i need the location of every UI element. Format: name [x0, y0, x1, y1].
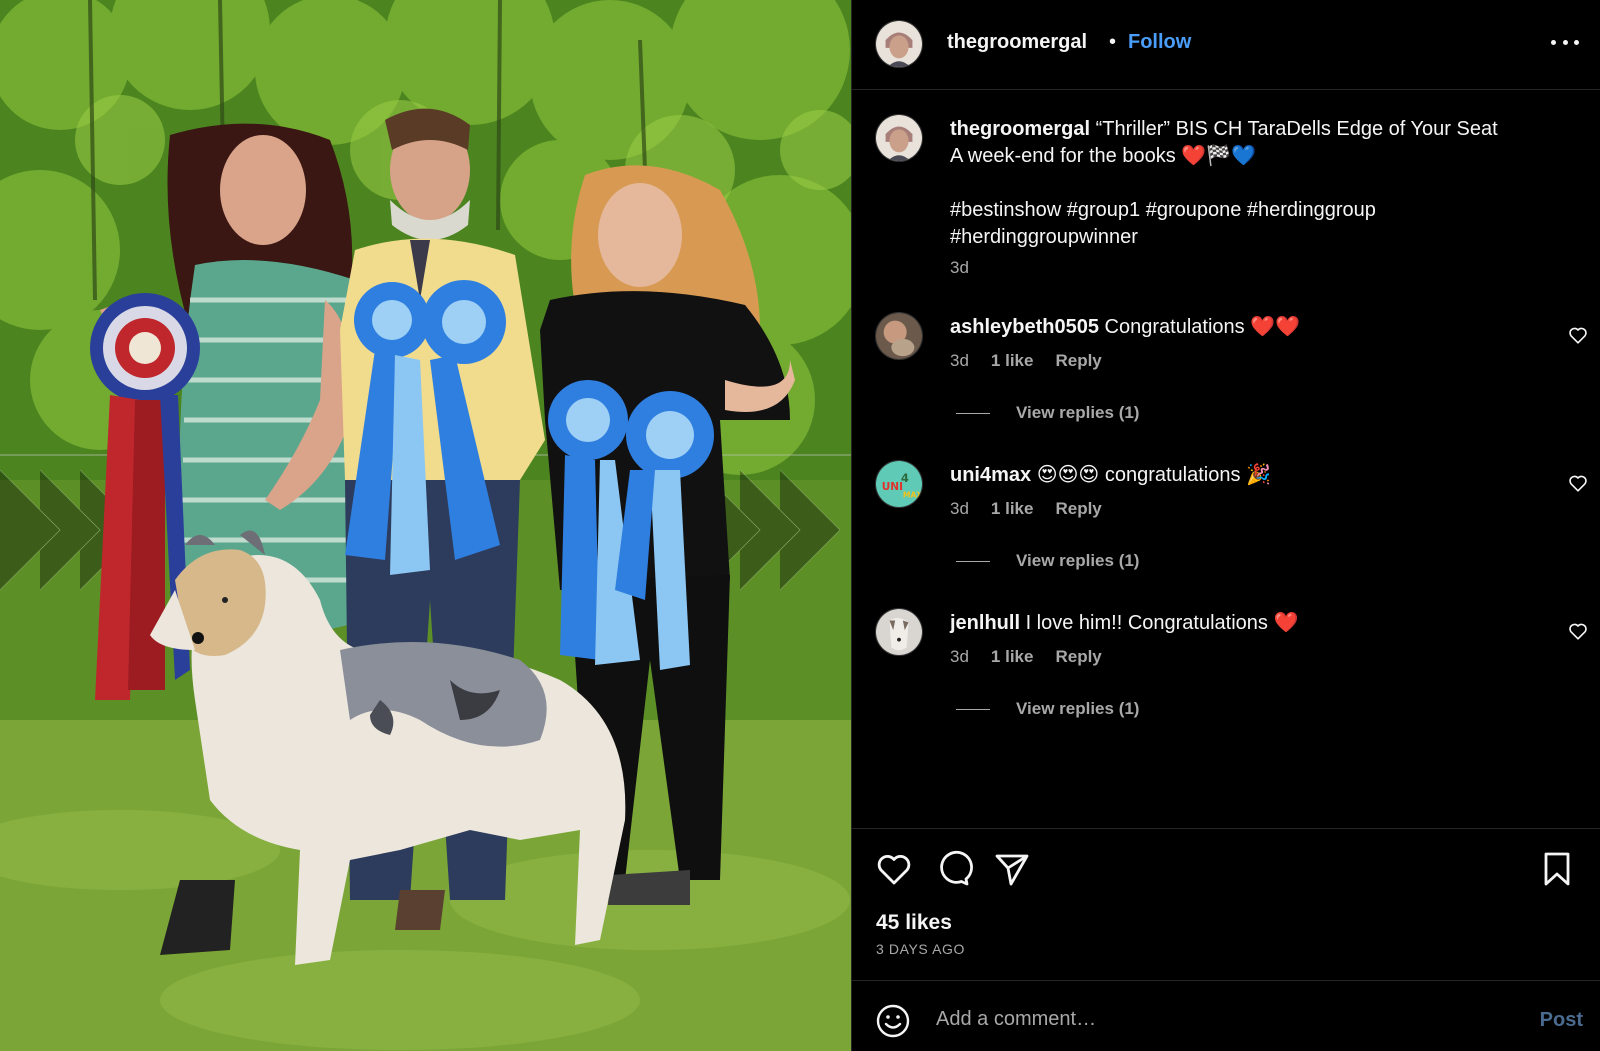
comment-item: UNI 4 MAX uni4max 😍😍😍 congratulations 🎉 … — [852, 458, 1600, 606]
post-comment-button[interactable]: Post — [1540, 1009, 1583, 1032]
avatar-image — [876, 115, 922, 161]
commenter-avatar[interactable] — [875, 608, 923, 656]
comment-like-heart-icon[interactable] — [1567, 620, 1589, 642]
svg-text:4: 4 — [901, 471, 909, 485]
likes-count[interactable]: 45 likes — [876, 911, 952, 935]
commenter-avatar[interactable] — [875, 312, 923, 360]
comment-text: jenlhull I love him!! Congratulations ❤️ — [950, 610, 1540, 635]
post-photo[interactable] — [0, 0, 851, 1051]
send-icon[interactable] — [992, 849, 1032, 889]
replies-divider — [956, 708, 990, 710]
comment-username[interactable]: jenlhull — [950, 612, 1020, 634]
comment-item: jenlhull I love him!! Congratulations ❤️… — [852, 606, 1600, 754]
caption-line-2: A week-end for the books ❤️🏁💙 — [950, 145, 1256, 167]
reply-button[interactable]: Reply — [1055, 499, 1101, 519]
view-replies-label: View replies (1) — [1016, 403, 1140, 422]
comment-body: I love him!! Congratulations ❤️ — [1025, 612, 1299, 634]
caption-avatar[interactable] — [875, 114, 923, 162]
comment-input[interactable] — [936, 999, 1496, 1039]
replies-divider — [956, 412, 990, 414]
caption-username[interactable]: thegroomergal — [950, 118, 1090, 140]
heart-icon[interactable] — [874, 849, 914, 889]
view-replies-button[interactable]: View replies (1) — [956, 699, 1139, 719]
view-replies-label: View replies (1) — [1016, 551, 1140, 570]
comment-body: Congratulations ❤️❤️ — [1104, 316, 1300, 338]
avatar-image: UNI 4 MAX — [876, 461, 922, 507]
post-container: thegroomergal • Follow thegroomergal “Th… — [0, 0, 1600, 1051]
comment-text: ashleybeth0505 Congratulations ❤️❤️ — [950, 314, 1540, 339]
post-panel: thegroomergal • Follow thegroomergal “Th… — [851, 0, 1600, 1051]
more-options-icon[interactable] — [1551, 28, 1579, 56]
view-replies-button[interactable]: View replies (1) — [956, 403, 1139, 423]
avatar-image — [876, 609, 922, 655]
avatar-image — [876, 21, 922, 67]
avatar-image — [876, 313, 922, 359]
comment-username[interactable]: ashleybeth0505 — [950, 316, 1099, 338]
svg-text:UNI: UNI — [882, 481, 903, 493]
svg-text:MAX: MAX — [903, 490, 922, 499]
comment-likes[interactable]: 1 like — [991, 647, 1034, 667]
comment-like-heart-icon[interactable] — [1567, 472, 1589, 494]
caption-hashtags-1[interactable]: #bestinshow #group1 #groupone #herdinggr… — [950, 197, 1570, 224]
reply-button[interactable]: Reply — [1055, 351, 1101, 371]
comment-body: 😍😍😍 congratulations 🎉 — [1036, 464, 1271, 486]
comment-icon[interactable] — [933, 849, 973, 889]
comment-item: ashleybeth0505 Congratulations ❤️❤️ 3d 1… — [852, 310, 1600, 458]
smiley-icon[interactable] — [876, 1004, 910, 1038]
caption-timestamp: 3d — [950, 258, 969, 277]
author-avatar[interactable] — [875, 20, 923, 68]
view-replies-label: View replies (1) — [1016, 699, 1140, 718]
commenter-avatar[interactable]: UNI 4 MAX — [875, 460, 923, 508]
comment-time: 3d — [950, 499, 969, 518]
replies-divider — [956, 560, 990, 562]
comment-username[interactable]: uni4max — [950, 464, 1031, 486]
caption-text: thegroomergal “Thriller” BIS CH TaraDell… — [950, 116, 1570, 251]
view-replies-button[interactable]: View replies (1) — [956, 551, 1139, 571]
caption-line-1: “Thriller” BIS CH TaraDells Edge of Your… — [1095, 118, 1498, 140]
comment-likes[interactable]: 1 like — [991, 499, 1034, 519]
comment-meta: 3d 1 like Reply — [950, 351, 1102, 371]
post-actions: 45 likes 3 DAYS AGO — [852, 828, 1600, 980]
comment-time: 3d — [950, 351, 969, 370]
bookmark-icon[interactable] — [1537, 849, 1577, 889]
reply-button[interactable]: Reply — [1055, 647, 1101, 667]
comment-like-heart-icon[interactable] — [1567, 324, 1589, 346]
add-comment-bar: Post — [852, 980, 1600, 1051]
post-date: 3 DAYS AGO — [876, 941, 965, 957]
comment-meta: 3d 1 like Reply — [950, 499, 1102, 519]
follow-button[interactable]: Follow — [1128, 31, 1191, 54]
comment-likes[interactable]: 1 like — [991, 351, 1034, 371]
comment-time: 3d — [950, 647, 969, 666]
author-username[interactable]: thegroomergal — [947, 31, 1087, 54]
comment-text: uni4max 😍😍😍 congratulations 🎉 — [950, 462, 1540, 487]
photo-image — [0, 0, 851, 1051]
comment-meta: 3d 1 like Reply — [950, 647, 1102, 667]
caption-hashtags-2[interactable]: #herdinggroupwinner — [950, 224, 1570, 251]
post-header: thegroomergal • Follow — [852, 0, 1600, 90]
header-separator: • — [1109, 31, 1117, 53]
